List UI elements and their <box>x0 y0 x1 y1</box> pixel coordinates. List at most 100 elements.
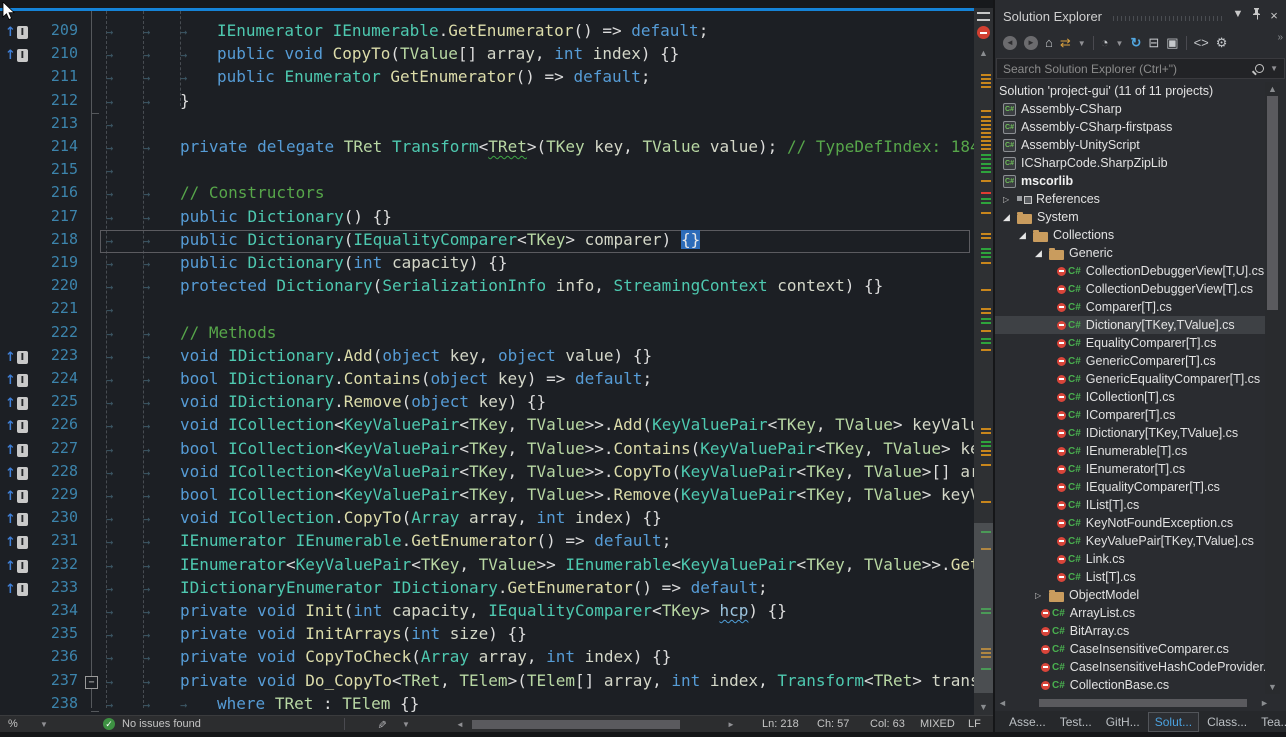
tree-item-collectiondebuggerview-t-u-cs[interactable]: C#CollectionDebuggerView[T,U].cs <box>995 262 1270 280</box>
tree-item-mscorlib[interactable]: C#mscorlib <box>995 172 1270 190</box>
close-icon[interactable]: × <box>1266 8 1282 23</box>
pending-changes-filter-icon[interactable]: ◔ <box>1101 35 1109 51</box>
expand-node-icon[interactable]: ▷ <box>1035 591 1049 600</box>
tool-window-tab-gith[interactable]: GitH... <box>1100 713 1146 731</box>
tree-item-iequalitycomparer-t-cs[interactable]: C#IEqualityComparer[T].cs <box>995 478 1270 496</box>
search-icon[interactable] <box>1255 64 1264 73</box>
collapse-node-icon[interactable]: ◢ <box>1003 212 1017 223</box>
code-line[interactable]: →→→public void CopyTo(TValue[] array, in… <box>106 44 679 67</box>
pending-changes-filter-icon-caret[interactable]: ▼ <box>1116 39 1124 48</box>
scroll-up-icon[interactable]: ▲ <box>1265 84 1280 94</box>
search-options-caret-icon[interactable]: ▼ <box>1270 64 1278 73</box>
hscroll-right-icon[interactable]: ► <box>727 718 735 731</box>
tree-item-solution-project-gui-11-of-11-projects[interactable]: Solution 'project-gui' (11 of 11 project… <box>995 82 1270 100</box>
scrollbar-thumb[interactable] <box>1267 96 1278 310</box>
code-line[interactable]: → <box>106 299 143 322</box>
tree-vertical-scrollbar[interactable]: ▲ ▼ <box>1265 82 1280 694</box>
code-line[interactable]: →→bool ICollection<KeyValuePair<TKey, TV… <box>106 439 974 462</box>
tree-item-dictionary-tkey-tvalue-cs[interactable]: C#Dictionary[TKey,TValue].cs <box>995 316 1270 334</box>
code-region[interactable]: 209↑I→→→IEnumerator IEnumerable.GetEnume… <box>0 11 974 715</box>
tree-item-bitarray-cs[interactable]: C#BitArray.cs <box>995 622 1270 640</box>
tree-item-caseinsensitivecomparer-cs[interactable]: C#CaseInsensitiveComparer.cs <box>995 640 1270 658</box>
implements-interface-icon[interactable]: ↑I <box>5 21 28 44</box>
expand-node-icon[interactable]: ▷ <box>1003 195 1017 204</box>
code-line[interactable]: →→private void CopyToCheck(Array array, … <box>106 647 671 670</box>
tree-item-keynotfoundexception-cs[interactable]: C#KeyNotFoundException.cs <box>995 514 1270 532</box>
tree-item-caseinsensitivehashcodeprovider-cs[interactable]: C#CaseInsensitiveHashCodeProvider.cs <box>995 658 1270 676</box>
implements-interface-icon[interactable]: ↑I <box>5 485 28 508</box>
code-line[interactable]: →→void ICollection<KeyValuePair<TKey, TV… <box>106 462 974 485</box>
zoom-caret-icon[interactable]: ▼ <box>40 718 48 731</box>
tree-item-list-t-cs[interactable]: C#List[T].cs <box>995 568 1270 586</box>
tree-item-collectionbase-cs[interactable]: C#CollectionBase.cs <box>995 676 1270 694</box>
scrollbar-thumb[interactable] <box>1039 699 1247 707</box>
code-line[interactable]: →→bool IDictionary.Contains(object key) … <box>106 369 652 392</box>
tree-item-idictionary-tkey-tvalue-cs[interactable]: C#IDictionary[TKey,TValue].cs <box>995 424 1270 442</box>
issues-text[interactable]: No issues found <box>122 718 201 731</box>
tree-item-generic[interactable]: ◢Generic <box>995 244 1270 262</box>
collapse-node-icon[interactable]: ◢ <box>1019 230 1033 241</box>
tree-item-arraylist-cs[interactable]: C#ArrayList.cs <box>995 604 1270 622</box>
tree-item-ienumerator-t-cs[interactable]: C#IEnumerator[T].cs <box>995 460 1270 478</box>
formatting-brush-icon[interactable]: ✎ <box>376 718 385 731</box>
implements-interface-icon[interactable]: ↑I <box>5 462 28 485</box>
code-line[interactable]: →→void IDictionary.Remove(object key) {} <box>106 392 546 415</box>
collapse-region-icon[interactable]: − <box>85 676 98 689</box>
code-line[interactable]: →→public Dictionary(int capacity) {} <box>106 253 508 276</box>
search-box[interactable]: ▼ <box>996 58 1285 79</box>
tree-item-ilist-t-cs[interactable]: C#IList[T].cs <box>995 496 1270 514</box>
code-line[interactable]: →→void IDictionary.Add(object key, objec… <box>106 346 652 369</box>
tree-item-collections[interactable]: ◢Collections <box>995 226 1270 244</box>
code-line[interactable]: →→IEnumerator<KeyValuePair<TKey, TValue>… <box>106 555 974 578</box>
split-window-handle-icon[interactable] <box>977 12 990 21</box>
code-line[interactable]: →→public Dictionary() {} <box>106 207 392 230</box>
zoom-level-control[interactable]: % <box>8 718 18 731</box>
encoding-indicator[interactable]: MIXED <box>920 718 955 731</box>
tree-item-assembly-unityscript[interactable]: C#Assembly-UnityScript <box>995 136 1270 154</box>
implements-interface-icon[interactable]: ↑I <box>5 415 28 438</box>
implements-interface-icon[interactable]: ↑I <box>5 555 28 578</box>
line-indicator[interactable]: Ln: 218 <box>762 718 799 731</box>
search-input[interactable] <box>997 62 1255 76</box>
tree-item-assembly-csharp[interactable]: C#Assembly-CSharp <box>995 100 1270 118</box>
scroll-left-icon[interactable]: ◄ <box>995 698 1010 708</box>
char-indicator[interactable]: Ch: 57 <box>817 718 849 731</box>
code-line[interactable]: →→private delegate TRet Transform<TRet>(… <box>106 137 974 160</box>
tree-item-icollection-t-cs[interactable]: C#ICollection[T].cs <box>995 388 1270 406</box>
tool-window-tab-test[interactable]: Test... <box>1054 713 1098 731</box>
show-all-files-icon[interactable]: ▣ <box>1166 35 1178 51</box>
code-line[interactable]: →→→IEnumerator IEnumerable.GetEnumerator… <box>106 21 708 44</box>
implements-interface-icon[interactable]: ↑I <box>5 44 28 67</box>
view-code-icon[interactable]: <> <box>1194 35 1209 51</box>
tree-item-collectiondebuggerview-t-cs[interactable]: C#CollectionDebuggerView[T].cs <box>995 280 1270 298</box>
tree-item-link-cs[interactable]: C#Link.cs <box>995 550 1270 568</box>
code-line[interactable]: →→private void Do_CopyTo<TRet, TElem>(TE… <box>106 671 974 694</box>
implements-interface-icon[interactable]: ↑I <box>5 508 28 531</box>
tool-window-tab-solut[interactable]: Solut... <box>1148 712 1199 732</box>
document-health-error-icon[interactable] <box>977 26 990 39</box>
code-line[interactable]: →→private void Init(int capacity, IEqual… <box>106 601 787 624</box>
toolbar-overflow-icon[interactable]: » <box>1277 32 1283 43</box>
code-line[interactable]: →→public Dictionary(IEqualityComparer<TK… <box>106 230 700 253</box>
code-line[interactable]: →→void ICollection.CopyTo(Array array, i… <box>106 508 662 531</box>
tree-item-keyvaluepair-tkey-tvalue-cs[interactable]: C#KeyValuePair[TKey,TValue].cs <box>995 532 1270 550</box>
implements-interface-icon[interactable]: ↑I <box>5 392 28 415</box>
tree-item-genericcomparer-t-cs[interactable]: C#GenericComparer[T].cs <box>995 352 1270 370</box>
implements-interface-icon[interactable]: ↑I <box>5 578 28 601</box>
code-line[interactable]: →→→where TRet : TElem {} <box>106 694 419 715</box>
tree-item-comparer-t-cs[interactable]: C#Comparer[T].cs <box>995 298 1270 316</box>
code-line[interactable]: →→IDictionaryEnumerator IDictionary.GetE… <box>106 578 768 601</box>
sync-with-active-document-icon-caret[interactable]: ▼ <box>1078 39 1086 48</box>
column-indicator[interactable]: Col: 63 <box>870 718 905 731</box>
code-line[interactable]: →→private void InitArrays(int size) {} <box>106 624 527 647</box>
issues-indicator[interactable]: ✓ <box>103 718 115 731</box>
sync-with-active-document-icon[interactable]: ⇄ <box>1060 35 1071 51</box>
editor-vertical-scrollbar[interactable]: ▲ ▼ <box>974 8 993 715</box>
tree-item-equalitycomparer-t-cs[interactable]: C#EqualityComparer[T].cs <box>995 334 1270 352</box>
scroll-down-icon[interactable]: ▼ <box>1265 682 1280 692</box>
tree-item-assembly-csharp-firstpass[interactable]: C#Assembly-CSharp-firstpass <box>995 118 1270 136</box>
code-line[interactable]: → <box>106 114 143 137</box>
hscroll-thumb[interactable] <box>472 720 680 729</box>
code-line[interactable]: →→// Methods <box>106 323 276 346</box>
tree-item-objectmodel[interactable]: ▷ObjectModel <box>995 586 1270 604</box>
